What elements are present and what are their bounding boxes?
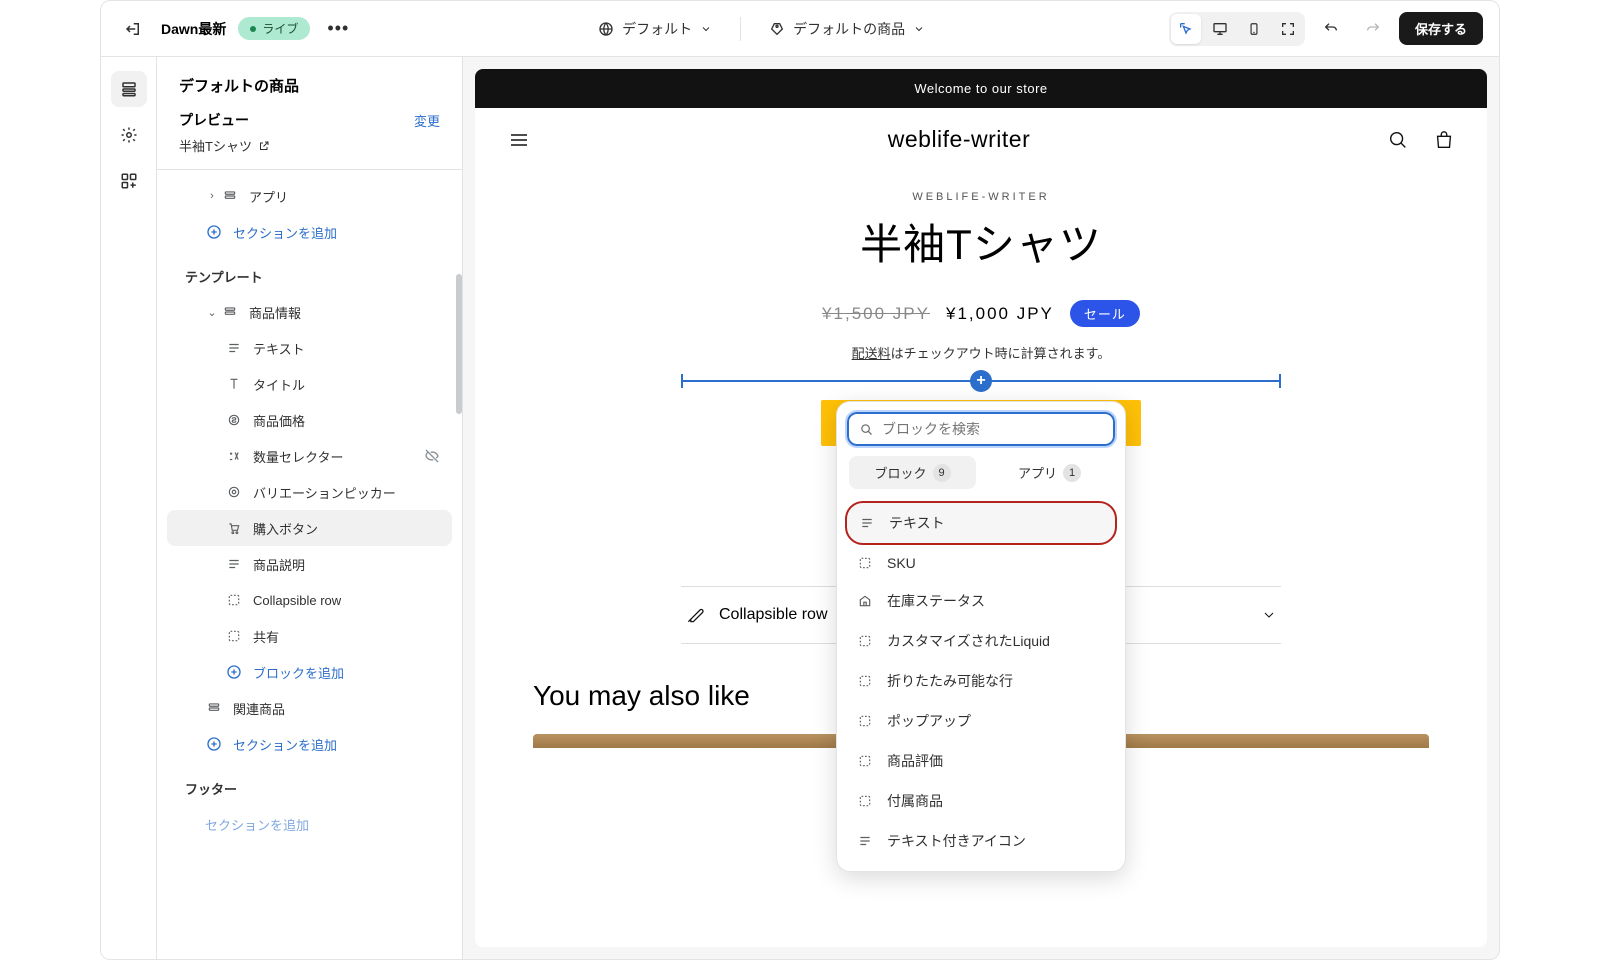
more-menu-icon[interactable]: •••	[322, 13, 354, 45]
inspector-icon[interactable]	[1171, 14, 1201, 44]
popup-item-complementary[interactable]: 付属商品	[845, 781, 1117, 821]
popup-item-rating[interactable]: 商品評価	[845, 741, 1117, 781]
footer-heading: フッター	[167, 770, 452, 806]
add-section-button[interactable]: セクションを追加	[167, 214, 452, 250]
popup-item-text[interactable]: テキスト	[845, 501, 1117, 545]
apps-icon[interactable]	[111, 163, 147, 199]
insert-plus-icon[interactable]: +	[970, 370, 992, 392]
block-search-field[interactable]	[847, 412, 1115, 446]
block-price[interactable]: 商品価格	[167, 402, 452, 438]
status-badge: ライブ	[238, 17, 310, 40]
change-preview-link[interactable]: 変更	[414, 111, 440, 130]
search-icon[interactable]	[1387, 129, 1409, 151]
tree-item-related[interactable]: 関連商品	[167, 690, 452, 726]
add-section-button-2[interactable]: セクションを追加	[167, 726, 452, 762]
current-price: ¥1,000 JPY	[946, 304, 1054, 324]
scrollbar-thumb[interactable]	[456, 274, 462, 414]
theme-settings-icon[interactable]	[111, 117, 147, 153]
save-button[interactable]: 保存する	[1399, 12, 1483, 45]
hamburger-icon[interactable]	[507, 128, 531, 152]
insert-indicator: +	[681, 380, 1281, 382]
popup-item-icon-text[interactable]: テキスト付きアイコン	[845, 821, 1117, 861]
product-vendor: WEBLIFE-WRITER	[475, 191, 1487, 203]
hidden-icon	[424, 448, 440, 464]
cart-icon[interactable]	[1433, 129, 1455, 151]
tree-item-product-info[interactable]: ⌄ 商品情報	[167, 294, 452, 330]
exit-icon[interactable]	[117, 13, 149, 45]
popup-item-collapsible[interactable]: 折りたたみ可能な行	[845, 661, 1117, 701]
add-block-button[interactable]: ブロックを追加	[167, 654, 452, 690]
preview-canvas: Welcome to our store weblife-writer WEBL…	[463, 57, 1499, 959]
block-description[interactable]: 商品説明	[167, 546, 452, 582]
store-name[interactable]: weblife-writer	[888, 126, 1030, 153]
announcement-bar: Welcome to our store	[475, 69, 1487, 108]
preview-product-link[interactable]: 半袖Tシャツ	[179, 136, 440, 155]
shipping-note: 配送料はチェックアウト時に計算されます。	[475, 343, 1487, 362]
block-picker-popup: ブロック9 アプリ1 テキスト SKU 在庫ステータス カスタマイズされたLiq…	[836, 401, 1126, 872]
template-heading: テンプレート	[167, 258, 452, 294]
block-share[interactable]: 共有	[167, 618, 452, 654]
fullscreen-icon[interactable]	[1273, 14, 1303, 44]
block-collapsible-row[interactable]: Collapsible row	[167, 582, 452, 618]
sale-badge: セール	[1070, 300, 1140, 327]
block-quantity[interactable]: 数量セレクター	[167, 438, 452, 474]
top-bar: Dawn最新 ライブ ••• デフォルト デフォルトの商品	[101, 1, 1499, 57]
resource-selector[interactable]: デフォルトの商品	[769, 19, 925, 39]
block-text[interactable]: テキスト	[167, 330, 452, 366]
price-row: ¥1,500 JPY ¥1,000 JPY セール	[475, 300, 1487, 327]
nav-rail	[101, 57, 157, 959]
chevron-down-icon	[1261, 607, 1277, 623]
popup-item-popup[interactable]: ポップアップ	[845, 701, 1117, 741]
sidebar-title: デフォルトの商品	[179, 75, 440, 96]
compare-price: ¥1,500 JPY	[822, 304, 930, 324]
popup-item-stock[interactable]: 在庫ステータス	[845, 581, 1117, 621]
desktop-icon[interactable]	[1205, 14, 1235, 44]
popup-tab-apps[interactable]: アプリ1	[986, 456, 1113, 489]
device-preview-group	[1169, 12, 1305, 46]
theme-name[interactable]: Dawn最新	[161, 19, 226, 39]
block-buy-buttons[interactable]: 購入ボタン	[167, 510, 452, 546]
mobile-icon[interactable]	[1239, 14, 1269, 44]
sections-tab-icon[interactable]	[111, 71, 147, 107]
redo-icon	[1357, 13, 1389, 45]
block-title[interactable]: タイトル	[167, 366, 452, 402]
block-variant-picker[interactable]: バリエーションピッカー	[167, 474, 452, 510]
popup-tab-blocks[interactable]: ブロック9	[849, 456, 976, 489]
undo-icon[interactable]	[1315, 13, 1347, 45]
popup-item-liquid[interactable]: カスタマイズされたLiquid	[845, 621, 1117, 661]
sections-sidebar: デフォルトの商品 プレビュー 変更 半袖Tシャツ › アプリ	[157, 57, 463, 959]
tree-item-app[interactable]: › アプリ	[167, 178, 452, 214]
add-section-footer[interactable]: セクションを追加	[167, 806, 452, 842]
preview-label: プレビュー	[179, 110, 249, 130]
block-search-input[interactable]	[882, 421, 1103, 437]
product-title: 半袖Tシャツ	[475, 211, 1487, 272]
template-selector[interactable]: デフォルト	[598, 19, 712, 39]
popup-item-sku[interactable]: SKU	[845, 545, 1117, 581]
